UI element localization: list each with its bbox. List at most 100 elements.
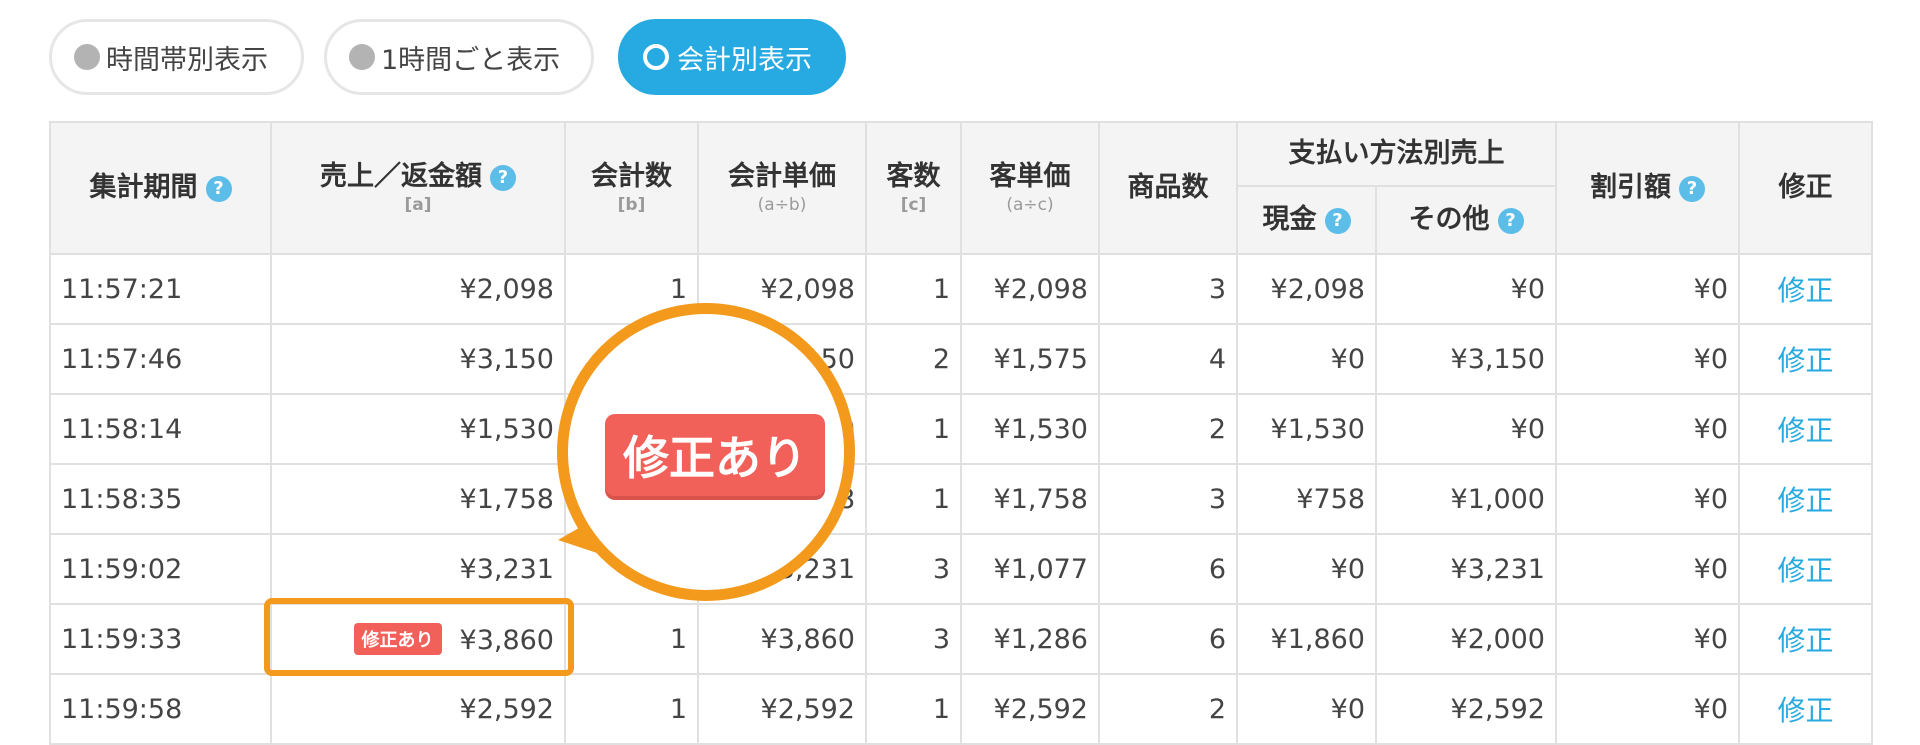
sales-value: ¥2,592 (459, 693, 554, 725)
header-discount: 割引額? (1555, 121, 1740, 255)
cell-other: ¥2,000 (1375, 603, 1557, 675)
highlight-frame (264, 598, 574, 676)
cell-discount: ¥0 (1555, 393, 1740, 465)
cell-customers: 2 (865, 323, 962, 395)
header-sales: 売上／返金額? [a] (270, 121, 566, 255)
help-icon[interactable]: ? (205, 176, 232, 203)
cell-customer-price: ¥1,575 (960, 323, 1100, 395)
toggle-label: 1時間ごと表示 (381, 44, 561, 76)
help-icon[interactable]: ? (1324, 208, 1351, 235)
cell-discount: ¥0 (1555, 533, 1740, 605)
cell-customer-price: ¥2,098 (960, 253, 1100, 325)
toggle-label: 時間帯別表示 (106, 44, 268, 76)
help-icon[interactable]: ? (1497, 208, 1524, 235)
cell-time: 11:57:46 (49, 323, 272, 395)
fix-link[interactable]: 修正 (1777, 344, 1833, 377)
cell-other: ¥2,592 (1375, 673, 1557, 745)
sales-value: ¥3,150 (459, 343, 554, 375)
cell-customers: 1 (865, 253, 962, 325)
cell-fix: 修正 (1738, 603, 1873, 675)
cell-unit-price: ¥2,592 (697, 673, 867, 745)
cell-fix: 修正 (1738, 673, 1873, 745)
header-fix: 修正 (1738, 121, 1873, 255)
header-other: その他? (1375, 185, 1557, 255)
edited-badge-large: 修正あり (605, 414, 825, 496)
cell-other: ¥0 (1375, 253, 1557, 325)
fix-link[interactable]: 修正 (1777, 694, 1833, 727)
cell-time: 11:59:58 (49, 673, 272, 745)
cell-time: 11:57:21 (49, 253, 272, 325)
cell-other: ¥3,150 (1375, 323, 1557, 395)
sales-value: ¥1,530 (459, 413, 554, 445)
cell-cash: ¥0 (1236, 533, 1377, 605)
cell-count: 1 (564, 673, 699, 745)
cell-fix: 修正 (1738, 253, 1873, 325)
cell-fix: 修正 (1738, 393, 1873, 465)
table-row: 11:57:21 ¥2,098 1 ¥2,098 1 ¥2,098 3 ¥2,098 ¥0 ¥0 修… (49, 253, 1873, 325)
cell-other: ¥3,231 (1375, 533, 1557, 605)
radio-selected-icon (643, 44, 669, 70)
magnifier-callout: 修正あり (557, 303, 855, 601)
toggle-time-band[interactable]: 時間帯別表示 (49, 19, 304, 95)
cell-customer-price: ¥1,286 (960, 603, 1100, 675)
cell-fix: 修正 (1738, 323, 1873, 395)
cell-customer-price: ¥2,592 (960, 673, 1100, 745)
cell-sales: ¥2,592 (270, 673, 566, 745)
table-row: 11:59:58 ¥2,592 1 ¥2,592 1 ¥2,592 2 ¥0 ¥2,592 ¥0 修… (49, 673, 1873, 745)
radio-dot-icon (349, 44, 375, 70)
cell-unit-price: ¥3,860 (697, 603, 867, 675)
cell-cash: ¥2,098 (1236, 253, 1377, 325)
cell-time: 11:58:35 (49, 463, 272, 535)
cell-cash: ¥1,860 (1236, 603, 1377, 675)
table-row: 11:59:02 ¥3,231 3,231 3 ¥1,077 6 ¥0 ¥3,231 ¥0 修正 (49, 533, 1873, 605)
cell-cash: ¥758 (1236, 463, 1377, 535)
cell-items: 2 (1098, 393, 1238, 465)
header-period: 集計期間? (49, 121, 272, 255)
cell-items: 6 (1098, 603, 1238, 675)
cell-sales: ¥3,231 (270, 533, 566, 605)
cell-customers: 3 (865, 533, 962, 605)
cell-customers: 1 (865, 463, 962, 535)
cell-time: 11:59:33 (49, 603, 272, 675)
cell-items: 3 (1098, 253, 1238, 325)
fix-link[interactable]: 修正 (1777, 554, 1833, 587)
cell-customer-price: ¥1,758 (960, 463, 1100, 535)
radio-dot-icon (74, 44, 100, 70)
fix-link[interactable]: 修正 (1777, 274, 1833, 307)
cell-count: 1 (564, 603, 699, 675)
cell-cash: ¥1,530 (1236, 393, 1377, 465)
fix-link[interactable]: 修正 (1777, 484, 1833, 517)
toggle-per-transaction[interactable]: 会計別表示 (618, 19, 846, 95)
cell-cash: ¥0 (1236, 323, 1377, 395)
cell-discount: ¥0 (1555, 463, 1740, 535)
cell-cash: ¥0 (1236, 673, 1377, 745)
table-row: 11:58:35¥1,75881¥1,7583¥758¥1,000¥0修正 (49, 463, 1873, 535)
fix-link[interactable]: 修正 (1777, 414, 1833, 447)
cell-items: 3 (1098, 463, 1238, 535)
help-icon[interactable]: ? (490, 164, 516, 191)
sales-value: ¥2,098 (459, 273, 554, 305)
fix-link[interactable]: 修正 (1777, 624, 1833, 657)
header-items: 商品数 (1098, 121, 1238, 255)
cell-items: 4 (1098, 323, 1238, 395)
header-cash: 現金? (1236, 185, 1377, 255)
cell-customer-price: ¥1,530 (960, 393, 1100, 465)
cell-items: 2 (1098, 673, 1238, 745)
cell-other: ¥0 (1375, 393, 1557, 465)
header-unit-price: 会計単価 (a÷b) (697, 121, 867, 255)
cell-customers: 1 (865, 673, 962, 745)
table-row: 11:57:46 ¥3,150 150 2 ¥1,575 4 ¥0 ¥3,150 ¥0 修正 (49, 323, 1873, 395)
header-customers: 客数 [c] (865, 121, 962, 255)
cell-discount: ¥0 (1555, 253, 1740, 325)
cell-customer-price: ¥1,077 (960, 533, 1100, 605)
cell-time: 11:58:14 (49, 393, 272, 465)
toggle-label: 会計別表示 (677, 44, 812, 76)
cell-customers: 3 (865, 603, 962, 675)
toggle-hourly[interactable]: 1時間ごと表示 (324, 19, 594, 95)
cell-fix: 修正 (1738, 463, 1873, 535)
cell-sales: ¥1,758 (270, 463, 566, 535)
header-customer-price: 客単価 (a÷c) (960, 121, 1100, 255)
cell-discount: ¥0 (1555, 673, 1740, 745)
help-icon[interactable]: ? (1679, 176, 1705, 203)
cell-items: 6 (1098, 533, 1238, 605)
